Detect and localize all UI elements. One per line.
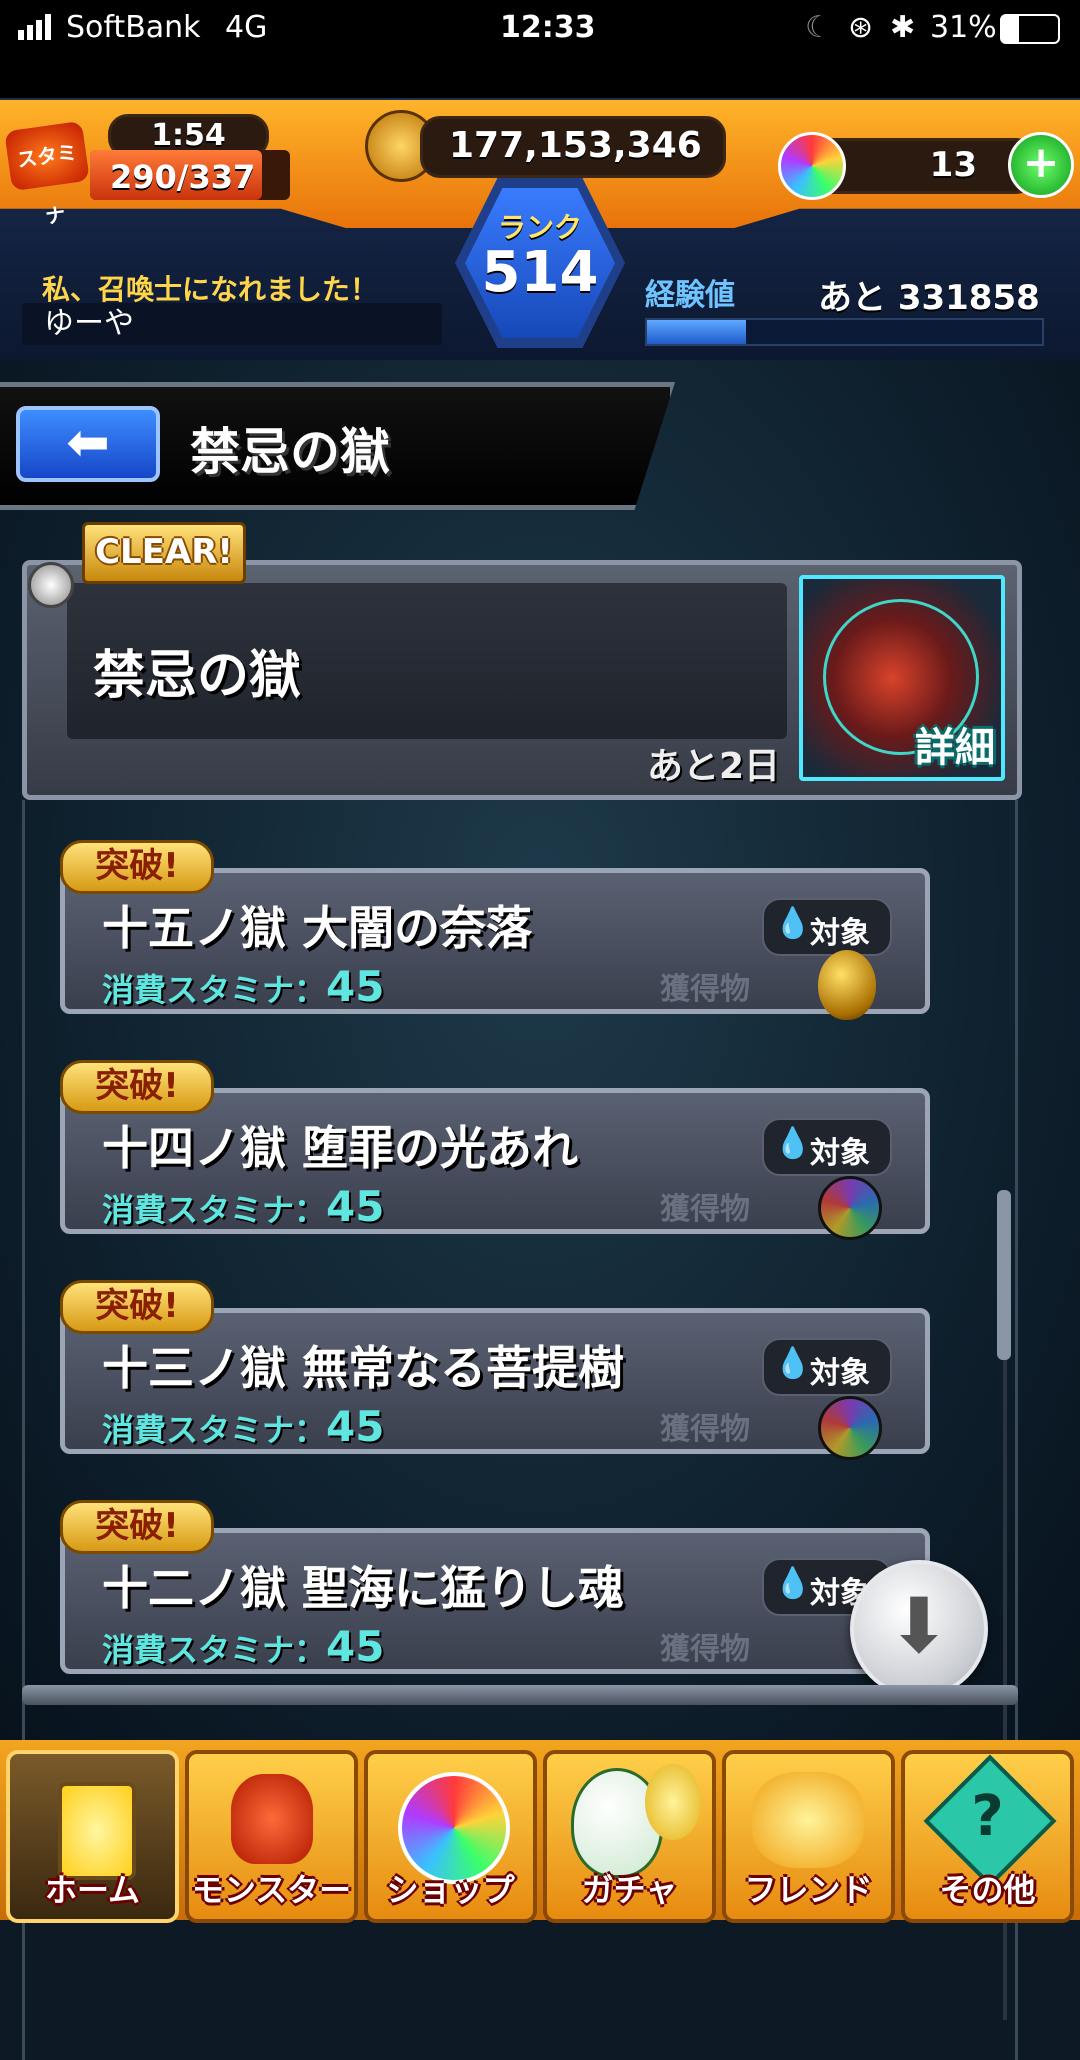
event-name: 禁忌の獄	[93, 646, 302, 706]
loot-label: 獲得物	[660, 1192, 750, 1227]
detail-label: 詳細	[915, 725, 995, 771]
rainbow-orb-icon	[818, 1176, 882, 1240]
content-area: ⬅ 禁忌の獄 禁忌の獄 あと2日 詳細 CLEAR! 突破! 十五ノ獄 大闇の奈…	[0, 360, 1080, 2060]
water-drop-icon: 💧	[774, 906, 812, 941]
water-drop-icon: 💧	[774, 1126, 812, 1161]
water-drop-icon: 💧	[774, 1346, 812, 1381]
stamina-icon: スタミナ	[4, 120, 90, 229]
add-orbs-button[interactable]: +	[1008, 132, 1074, 198]
list-item[interactable]: 突破! 十二ノ獄 聖海に猛りし魂 💧 対象 消費スタミナ：45 獲得物	[60, 1500, 930, 1674]
battery-percent: 31%	[930, 10, 997, 45]
stamina-cost: 消費スタミナ：45	[102, 1622, 385, 1671]
download-arrow-icon: ⬇	[887, 1581, 951, 1670]
scrollbar-thumb[interactable]	[997, 1190, 1011, 1360]
moon-icon: ☾	[805, 10, 832, 45]
scroll-down-button[interactable]: ⬇	[850, 1560, 988, 1698]
orb-icon	[778, 132, 846, 200]
gold-egg-icon	[818, 950, 876, 1020]
target-tag: 💧 対象	[762, 1338, 892, 1396]
carrier-label: SoftBank	[66, 10, 201, 45]
monster-icon	[231, 1774, 313, 1864]
page-title: 禁忌の獄	[190, 423, 390, 481]
event-name-panel: 禁忌の獄	[67, 583, 787, 739]
player-name-plate: ゆーや	[22, 303, 442, 345]
nav-shop[interactable]: ショップ	[364, 1750, 537, 1923]
clear-badge: CLEAR!	[82, 522, 246, 584]
nav-monster[interactable]: モンスター	[185, 1750, 358, 1923]
back-arrow-icon: ⬅	[66, 413, 110, 473]
friend-icon	[752, 1772, 864, 1868]
pin-icon	[28, 562, 74, 608]
battery-icon	[1000, 14, 1060, 44]
nav-other[interactable]: ? その他	[901, 1750, 1074, 1923]
stamina-cost: 消費スタミナ：45	[102, 962, 385, 1011]
player-name: ゆーや	[44, 306, 134, 341]
clock: 12:33	[500, 10, 596, 45]
break-badge: 突破!	[60, 1500, 214, 1554]
nav-home[interactable]: ホーム	[6, 1750, 179, 1923]
water-drop-icon: 💧	[774, 1566, 812, 1601]
target-tag: 💧 対象	[762, 1118, 892, 1176]
exp-remaining: あと 331858	[818, 278, 1040, 318]
bluetooth-icon: ✱	[890, 10, 916, 45]
quest-name: 十三ノ獄 無常なる菩提樹	[102, 1341, 625, 1395]
rotation-lock-icon: ⊛	[848, 10, 874, 45]
top-hud: スタミナ 1:54 290/337 177,153,346 13 + ランク 5…	[0, 98, 1080, 360]
nav-friend[interactable]: フレンド	[722, 1750, 895, 1923]
loot-label: 獲得物	[660, 1632, 750, 1667]
gacha-balloon-icon	[645, 1764, 701, 1840]
loot-label: 獲得物	[660, 972, 750, 1007]
break-badge: 突破!	[60, 1280, 214, 1334]
stamina-cost: 消費スタミナ：45	[102, 1182, 385, 1231]
exp-bar	[645, 318, 1044, 346]
status-bar: SoftBank 4G 12:33 ☾ ⊛ ✱ 31%	[0, 0, 1080, 98]
list-item[interactable]: 突破! 十四ノ獄 堕罪の光あれ 💧 対象 消費スタミナ：45 獲得物	[60, 1060, 930, 1240]
gold-counter: 177,153,346	[420, 116, 726, 178]
break-badge: 突破!	[60, 840, 214, 894]
signal-icon	[18, 14, 54, 40]
panel-bottom-rail	[22, 1685, 1018, 1705]
rainbow-orb-icon	[818, 1396, 882, 1460]
bottom-nav: ホーム モンスター ショップ ガチャ フレンド ? その他	[0, 1740, 1080, 1923]
quest-name: 十二ノ獄 聖海に猛りし魂	[102, 1561, 625, 1615]
stamina-cost: 消費スタミナ：45	[102, 1402, 385, 1451]
rank-value: 514	[481, 240, 599, 305]
nav-gacha[interactable]: ガチャ	[543, 1750, 716, 1923]
list-item[interactable]: 突破! 十五ノ獄 大闇の奈落 💧 対象 消費スタミナ：45 獲得物	[60, 840, 930, 1020]
event-card[interactable]: 禁忌の獄 あと2日 詳細	[22, 560, 1022, 800]
event-remaining: あと2日	[647, 746, 781, 787]
player-title: 私、召喚士になれました！	[42, 273, 379, 306]
network-label: 4G	[225, 10, 268, 45]
quest-name: 十四ノ獄 堕罪の光あれ	[102, 1121, 579, 1175]
exp-label: 経験値	[645, 278, 735, 313]
list-item[interactable]: 突破! 十三ノ獄 無常なる菩提樹 💧 対象 消費スタミナ：45 獲得物	[60, 1280, 930, 1460]
target-tag: 💧 対象	[762, 898, 892, 956]
back-button[interactable]: ⬅	[16, 406, 160, 482]
stamina-value: 290/337	[110, 158, 256, 196]
break-badge: 突破!	[60, 1060, 214, 1114]
event-detail-button[interactable]: 詳細	[799, 575, 1005, 781]
loot-label: 獲得物	[660, 1412, 750, 1447]
quest-name: 十五ノ獄 大闇の奈落	[102, 901, 533, 955]
